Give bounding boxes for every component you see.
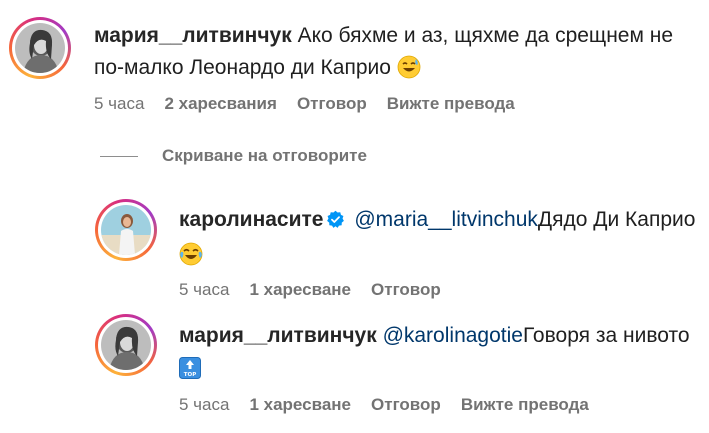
reply-username[interactable]: мария__литвинчук <box>179 324 377 347</box>
profile-photo-icon <box>101 205 151 255</box>
top-arrow-emoji-icon: TOP <box>179 357 201 389</box>
divider-line <box>100 155 138 157</box>
reply-body: каролинасите @maria__litvinchukДядо Ди К… <box>179 204 699 276</box>
reply-meta: 5 часа 1 харесване Отговор Вижте превода <box>179 395 589 415</box>
profile-photo-icon <box>101 320 151 370</box>
mention-link[interactable]: @maria__litvinchuk <box>354 208 538 231</box>
reply-time: 5 часа <box>179 280 230 299</box>
reply-username[interactable]: каролинасите <box>179 208 324 231</box>
reply-body: мария__литвинчук @karolinagotieГоворя за… <box>179 320 699 389</box>
hide-replies-button[interactable]: Скриване на отговорите <box>100 146 367 166</box>
comment-meta: 5 часа 2 харесвания Отговор Вижте превод… <box>94 94 515 114</box>
comment-username[interactable]: мария__литвинчук <box>94 24 292 47</box>
reply-button[interactable]: Отговор <box>371 280 441 300</box>
likes-count[interactable]: 1 харесване <box>249 395 351 415</box>
translate-button[interactable]: Вижте превода <box>387 94 515 114</box>
joy-emoji-icon <box>179 242 203 276</box>
likes-count[interactable]: 1 харесване <box>249 280 351 300</box>
reply-time: 5 часа <box>179 395 230 414</box>
reply-text: Дядо Ди Каприо <box>537 208 696 231</box>
verified-badge-icon <box>326 207 345 239</box>
likes-count[interactable]: 2 харесвания <box>164 94 276 114</box>
hide-replies-label: Скриване на отговорите <box>162 146 367 165</box>
mention-link[interactable]: @karolinagotie <box>383 324 523 347</box>
sweat-smile-emoji-icon <box>397 55 421 89</box>
reply-button[interactable]: Отговор <box>371 395 441 415</box>
reply-text: Говоря за нивото <box>522 324 690 347</box>
reply-button[interactable]: Отговор <box>297 94 367 114</box>
avatar[interactable] <box>95 314 157 376</box>
svg-text:TOP: TOP <box>184 372 196 378</box>
profile-photo-icon <box>15 23 65 73</box>
comment-body: мария__литвинчук Ако бяхме и аз, щяхме д… <box>94 20 694 89</box>
translate-button[interactable]: Вижте превода <box>461 395 589 415</box>
comment-time: 5 часа <box>94 94 145 113</box>
avatar[interactable] <box>9 17 71 79</box>
reply-meta: 5 часа 1 харесване Отговор <box>179 280 441 300</box>
avatar[interactable] <box>95 199 157 261</box>
